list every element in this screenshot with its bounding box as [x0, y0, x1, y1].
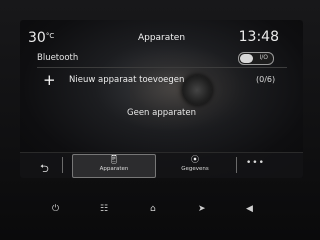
empty-message: Geen apparaten: [127, 108, 196, 118]
toggle-knob: [240, 54, 253, 63]
more-icon[interactable]: •••: [246, 158, 265, 168]
tab-separator: [62, 157, 63, 173]
add-device-button[interactable]: Nieuw apparaat toevoegen: [69, 75, 184, 85]
home-icon[interactable]: ⌂: [150, 204, 156, 214]
tab-label: Apparaten: [99, 166, 129, 172]
volume-icon[interactable]: ◀: [246, 204, 253, 214]
phone-icon: 📱︎: [108, 155, 120, 164]
divider: [37, 67, 287, 68]
add-icon[interactable]: +: [43, 72, 56, 88]
signal-icon: ⦿: [191, 155, 199, 164]
tab-gegevens[interactable]: ⦿ Gegevens: [160, 155, 230, 177]
tab-label: Gegevens: [181, 166, 209, 172]
bluetooth-label: Bluetooth: [37, 53, 79, 63]
tab-bar: ⮌ 📱︎ Apparaten ⦿ Gegevens •••: [20, 152, 303, 178]
tab-apparaten[interactable]: 📱︎ Apparaten: [72, 154, 156, 178]
device-count: (0/6): [256, 75, 276, 84]
apps-icon[interactable]: ☷: [100, 204, 108, 214]
power-icon[interactable]: ⏻: [52, 204, 59, 214]
back-icon[interactable]: ⮌: [40, 160, 49, 178]
camera-reflection: [182, 75, 212, 105]
tab-separator: [236, 157, 237, 173]
clock: 13:48: [238, 29, 279, 45]
toggle-text: I/O: [259, 54, 268, 61]
nav-icon[interactable]: ➤: [198, 204, 206, 214]
infotainment-screen: 30°C Apparaten 13:48 Bluetooth I/O + Nie…: [20, 20, 303, 178]
bluetooth-toggle[interactable]: I/O: [238, 52, 274, 65]
